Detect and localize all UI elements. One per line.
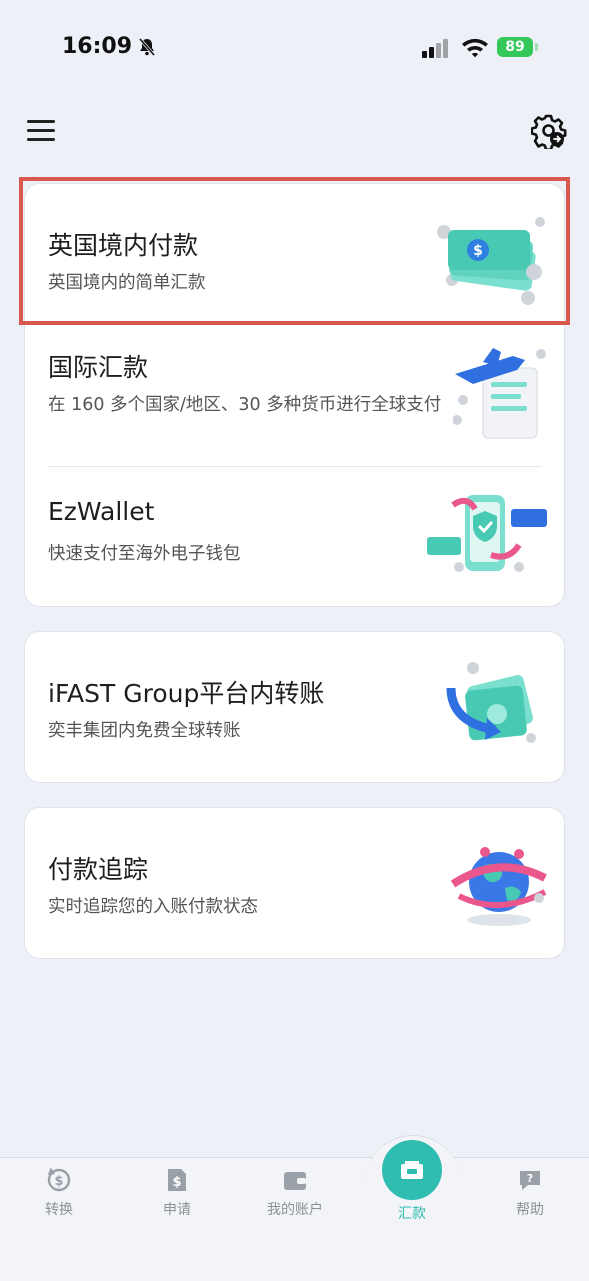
airplane-receipt-icon — [453, 348, 546, 439]
nav-label-active: 汇款 — [398, 1206, 426, 1222]
globe-tracking-icon — [450, 847, 547, 926]
nav-tab-help[interactable]: ? 帮助 — [490, 1167, 570, 1219]
remittance-icon — [401, 1161, 423, 1179]
bell-muted-icon — [138, 38, 156, 56]
nav-tab-remittance-button[interactable] — [382, 1140, 442, 1200]
option-ezwallet[interactable]: EzWallet 快速支付至海外电子钱包 — [25, 467, 564, 606]
svg-text:?: ? — [527, 1172, 533, 1185]
phone-wallet-transfer-icon — [427, 495, 547, 572]
hamburger-menu-icon[interactable] — [27, 120, 55, 144]
nav-label: 帮助 — [516, 1202, 544, 1218]
option-title: iFAST Group平台内转账 — [48, 679, 325, 708]
nav-tab-my-account[interactable]: 我的账户 — [255, 1167, 335, 1219]
svg-text:$: $ — [54, 1174, 63, 1189]
ifast-transfer-card[interactable]: iFAST Group平台内转账 奕丰集团内免费全球转账 — [24, 631, 565, 783]
nav-label: 我的账户 — [267, 1202, 323, 1218]
payment-tracking-card[interactable]: 付款追踪 实时追踪您的入账付款状态 — [24, 807, 565, 959]
option-title: EzWallet — [48, 497, 155, 526]
status-time: 16:09 — [62, 34, 133, 59]
settings-gear-icon[interactable] — [531, 113, 567, 149]
option-international-remittance[interactable]: 国际汇款 在 160 多个国家/地区、30 多种货币进行全球支付 — [25, 324, 564, 467]
nav-tab-convert[interactable]: $ 转换 — [19, 1167, 99, 1219]
wifi-icon — [462, 38, 488, 58]
help-chat-icon: ? — [520, 1171, 540, 1190]
svg-text:$: $ — [172, 1175, 181, 1190]
nav-tab-apply[interactable]: $ 申请 — [137, 1167, 217, 1219]
document-dollar-icon: $ — [168, 1169, 186, 1191]
battery-indicator: 89 — [497, 37, 533, 57]
option-title: 付款追踪 — [48, 855, 149, 884]
option-subtitle: 在 160 多个国家/地区、30 多种货币进行全球支付 — [48, 395, 442, 415]
option-subtitle: 实时追踪您的入账付款状态 — [48, 897, 258, 917]
option-subtitle: 奕丰集团内免费全球转账 — [48, 721, 241, 741]
wallet-icon — [284, 1172, 306, 1190]
currency-convert-icon: $ — [47, 1167, 71, 1192]
nav-label: 申请 — [163, 1202, 191, 1218]
selection-highlight-box — [19, 177, 570, 325]
money-transfer-arrow-icon — [446, 662, 536, 743]
battery-nub — [535, 43, 538, 51]
option-subtitle: 快速支付至海外电子钱包 — [48, 544, 241, 564]
option-title: 国际汇款 — [48, 353, 149, 382]
status-bar: 16:09 89 — [0, 0, 589, 100]
cellular-signal-icon — [422, 39, 448, 58]
nav-label: 转换 — [45, 1202, 73, 1218]
